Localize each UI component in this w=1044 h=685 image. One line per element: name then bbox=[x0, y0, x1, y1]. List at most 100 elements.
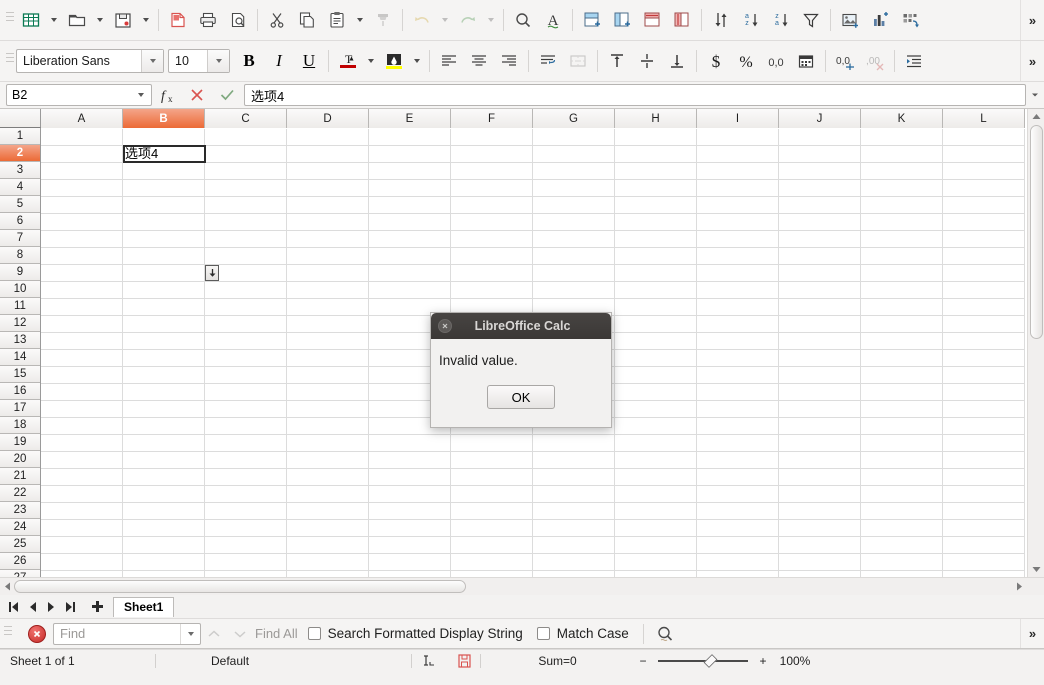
cell-G20[interactable] bbox=[533, 452, 615, 469]
find-previous-button[interactable] bbox=[201, 621, 227, 647]
row-header-4[interactable]: 4 bbox=[0, 179, 40, 196]
italic-button[interactable]: I bbox=[264, 46, 294, 76]
cell-H11[interactable] bbox=[615, 299, 697, 316]
cell-I25[interactable] bbox=[697, 537, 779, 554]
cell-K23[interactable] bbox=[861, 503, 943, 520]
scroll-up-button[interactable] bbox=[1028, 109, 1044, 124]
column-header-a[interactable]: A bbox=[41, 109, 123, 128]
cell-F19[interactable] bbox=[451, 435, 533, 452]
cell-J20[interactable] bbox=[779, 452, 861, 469]
align-center-button[interactable] bbox=[464, 46, 494, 76]
cell-A6[interactable] bbox=[41, 214, 123, 231]
insert-column-before-button[interactable] bbox=[607, 5, 637, 35]
format-currency-button[interactable]: $ bbox=[701, 46, 731, 76]
cell-J15[interactable] bbox=[779, 367, 861, 384]
highlight-color-button[interactable] bbox=[379, 46, 409, 76]
accept-formula-button[interactable] bbox=[212, 83, 242, 107]
cell-E5[interactable] bbox=[369, 197, 451, 214]
zoom-slider-handle[interactable] bbox=[703, 653, 718, 668]
cell-K8[interactable] bbox=[861, 248, 943, 265]
dialog-ok-button[interactable]: OK bbox=[487, 385, 555, 409]
cell-B2[interactable]: 选项4 bbox=[123, 146, 205, 163]
cell-G9[interactable] bbox=[533, 265, 615, 282]
cell-L5[interactable] bbox=[943, 197, 1025, 214]
toolbar-grip[interactable] bbox=[6, 9, 14, 31]
cell-L19[interactable] bbox=[943, 435, 1025, 452]
insert-mode-indicator[interactable] bbox=[412, 650, 448, 672]
cell-H12[interactable] bbox=[615, 316, 697, 333]
zoom-level[interactable]: 100% bbox=[772, 650, 818, 672]
cell-G2[interactable] bbox=[533, 146, 615, 163]
align-right-button[interactable] bbox=[494, 46, 524, 76]
cell-I3[interactable] bbox=[697, 163, 779, 180]
cell-D4[interactable] bbox=[287, 180, 369, 197]
font-name-dropdown[interactable] bbox=[141, 50, 163, 72]
insert-pivot-table-button[interactable] bbox=[895, 5, 925, 35]
cell-H2[interactable] bbox=[615, 146, 697, 163]
cell-F24[interactable] bbox=[451, 520, 533, 537]
cell-E22[interactable] bbox=[369, 486, 451, 503]
cell-G6[interactable] bbox=[533, 214, 615, 231]
cell-K26[interactable] bbox=[861, 554, 943, 571]
cell-I23[interactable] bbox=[697, 503, 779, 520]
cell-L18[interactable] bbox=[943, 418, 1025, 435]
cell-B19[interactable] bbox=[123, 435, 205, 452]
cell-J6[interactable] bbox=[779, 214, 861, 231]
cell-D19[interactable] bbox=[287, 435, 369, 452]
vertical-scrollbar[interactable] bbox=[1027, 109, 1044, 577]
column-header-e[interactable]: E bbox=[369, 109, 451, 128]
cell-C25[interactable] bbox=[205, 537, 287, 554]
cell-D22[interactable] bbox=[287, 486, 369, 503]
dialog-titlebar[interactable]: LibreOffice Calc bbox=[431, 313, 611, 339]
cell-E1[interactable] bbox=[369, 129, 451, 146]
cell-J26[interactable] bbox=[779, 554, 861, 571]
clone-formatting-button[interactable] bbox=[368, 5, 398, 35]
delete-columns-button[interactable] bbox=[667, 5, 697, 35]
cell-K1[interactable] bbox=[861, 129, 943, 146]
close-find-toolbar-button[interactable] bbox=[28, 624, 46, 643]
cell-H8[interactable] bbox=[615, 248, 697, 265]
cell-A18[interactable] bbox=[41, 418, 123, 435]
cell-A20[interactable] bbox=[41, 452, 123, 469]
cell-F1[interactable] bbox=[451, 129, 533, 146]
cell-H21[interactable] bbox=[615, 469, 697, 486]
cell-D16[interactable] bbox=[287, 384, 369, 401]
cell-L11[interactable] bbox=[943, 299, 1025, 316]
format-number-button[interactable]: 0,0 bbox=[761, 46, 791, 76]
insert-image-button[interactable] bbox=[835, 5, 865, 35]
cell-G1[interactable] bbox=[533, 129, 615, 146]
cell-D9[interactable] bbox=[287, 265, 369, 282]
validity-dropdown-button[interactable] bbox=[205, 265, 219, 281]
cell-L7[interactable] bbox=[943, 231, 1025, 248]
cell-J16[interactable] bbox=[779, 384, 861, 401]
cell-C3[interactable] bbox=[205, 163, 287, 180]
new-document-button[interactable] bbox=[16, 5, 46, 35]
cell-L9[interactable] bbox=[943, 265, 1025, 282]
cell-A14[interactable] bbox=[41, 350, 123, 367]
cell-B24[interactable] bbox=[123, 520, 205, 537]
cell-I18[interactable] bbox=[697, 418, 779, 435]
match-case-checkbox[interactable]: Match Case bbox=[536, 626, 629, 641]
row-header-15[interactable]: 15 bbox=[0, 366, 40, 383]
cell-B5[interactable] bbox=[123, 197, 205, 214]
cell-D14[interactable] bbox=[287, 350, 369, 367]
cell-D3[interactable] bbox=[287, 163, 369, 180]
cell-E19[interactable] bbox=[369, 435, 451, 452]
insert-chart-button[interactable] bbox=[865, 5, 895, 35]
cell-K18[interactable] bbox=[861, 418, 943, 435]
save-dropdown[interactable] bbox=[138, 5, 154, 35]
cell-L12[interactable] bbox=[943, 316, 1025, 333]
cell-K21[interactable] bbox=[861, 469, 943, 486]
autofilter-button[interactable] bbox=[796, 5, 826, 35]
cell-G5[interactable] bbox=[533, 197, 615, 214]
cell-K22[interactable] bbox=[861, 486, 943, 503]
cell-I21[interactable] bbox=[697, 469, 779, 486]
cell-A16[interactable] bbox=[41, 384, 123, 401]
cell-D13[interactable] bbox=[287, 333, 369, 350]
cell-D20[interactable] bbox=[287, 452, 369, 469]
cell-H26[interactable] bbox=[615, 554, 697, 571]
cell-B23[interactable] bbox=[123, 503, 205, 520]
cell-K11[interactable] bbox=[861, 299, 943, 316]
first-sheet-button[interactable] bbox=[4, 597, 23, 617]
cell-A19[interactable] bbox=[41, 435, 123, 452]
